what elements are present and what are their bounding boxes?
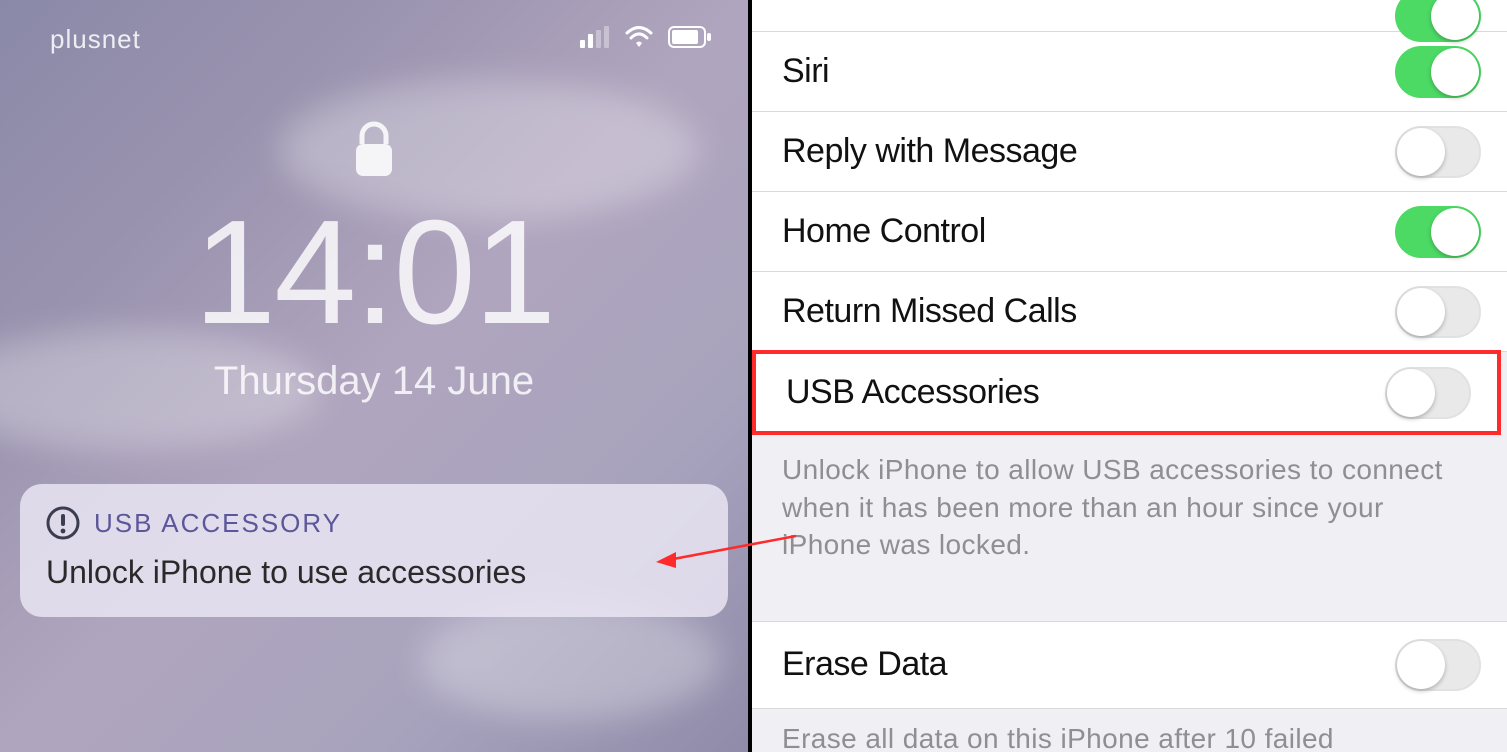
setting-row-return-missed-calls[interactable]: Return Missed Calls (752, 272, 1507, 352)
toggle-siri[interactable] (1395, 46, 1481, 98)
lockscreen-date: Thursday 14 June (214, 359, 534, 404)
wallpaper-cloud (420, 600, 720, 720)
lockscreen: plusnet 14:01 Thursday 14 June USB ACCES… (0, 0, 752, 752)
setting-row-usb-accessories[interactable]: USB Accessories (752, 350, 1501, 434)
setting-label: Reply with Message (782, 132, 1077, 171)
toggle-usb-accessories[interactable] (1385, 367, 1471, 419)
setting-row-erase-data[interactable]: Erase Data (752, 621, 1507, 709)
setting-row-control-centre[interactable]: Control Centre (752, 0, 1507, 32)
lockscreen-time: 14:01 (194, 199, 554, 347)
lock-icon (352, 120, 396, 185)
alert-icon (46, 506, 80, 540)
lockscreen-center: 14:01 Thursday 14 June (0, 120, 748, 404)
status-bar: plusnet (0, 24, 748, 55)
usb-footer-text: Unlock iPhone to allow USB accessories t… (752, 435, 1507, 588)
toggle-erase-data[interactable] (1395, 639, 1481, 691)
toggle-home-control[interactable] (1395, 206, 1481, 258)
setting-label: Home Control (782, 212, 986, 251)
setting-label: USB Accessories (786, 373, 1039, 412)
wifi-icon (624, 24, 654, 55)
setting-label: Siri (782, 52, 829, 91)
notification-title: USB ACCESSORY (94, 508, 342, 539)
carrier-label: plusnet (50, 24, 141, 55)
setting-row-siri[interactable]: Siri (752, 32, 1507, 112)
settings-panel: Control Centre Siri Reply with Message H… (752, 0, 1507, 752)
setting-label: Erase Data (782, 645, 947, 684)
signal-icon (580, 24, 610, 55)
toggle-return-missed-calls[interactable] (1395, 286, 1481, 338)
battery-icon (668, 24, 712, 55)
setting-row-home-control[interactable]: Home Control (752, 192, 1507, 272)
usb-accessory-notification[interactable]: USB ACCESSORY Unlock iPhone to use acces… (20, 484, 728, 617)
section-gap (752, 588, 1507, 621)
toggle-control-centre[interactable] (1395, 0, 1481, 42)
notification-message: Unlock iPhone to use accessories (46, 554, 702, 591)
status-icons (580, 24, 712, 55)
erase-footer-text: Erase all data on this iPhone after 10 f… (752, 709, 1507, 752)
setting-label: Return Missed Calls (782, 292, 1077, 331)
setting-row-reply-with-message[interactable]: Reply with Message (752, 112, 1507, 192)
toggle-reply-with-message[interactable] (1395, 126, 1481, 178)
